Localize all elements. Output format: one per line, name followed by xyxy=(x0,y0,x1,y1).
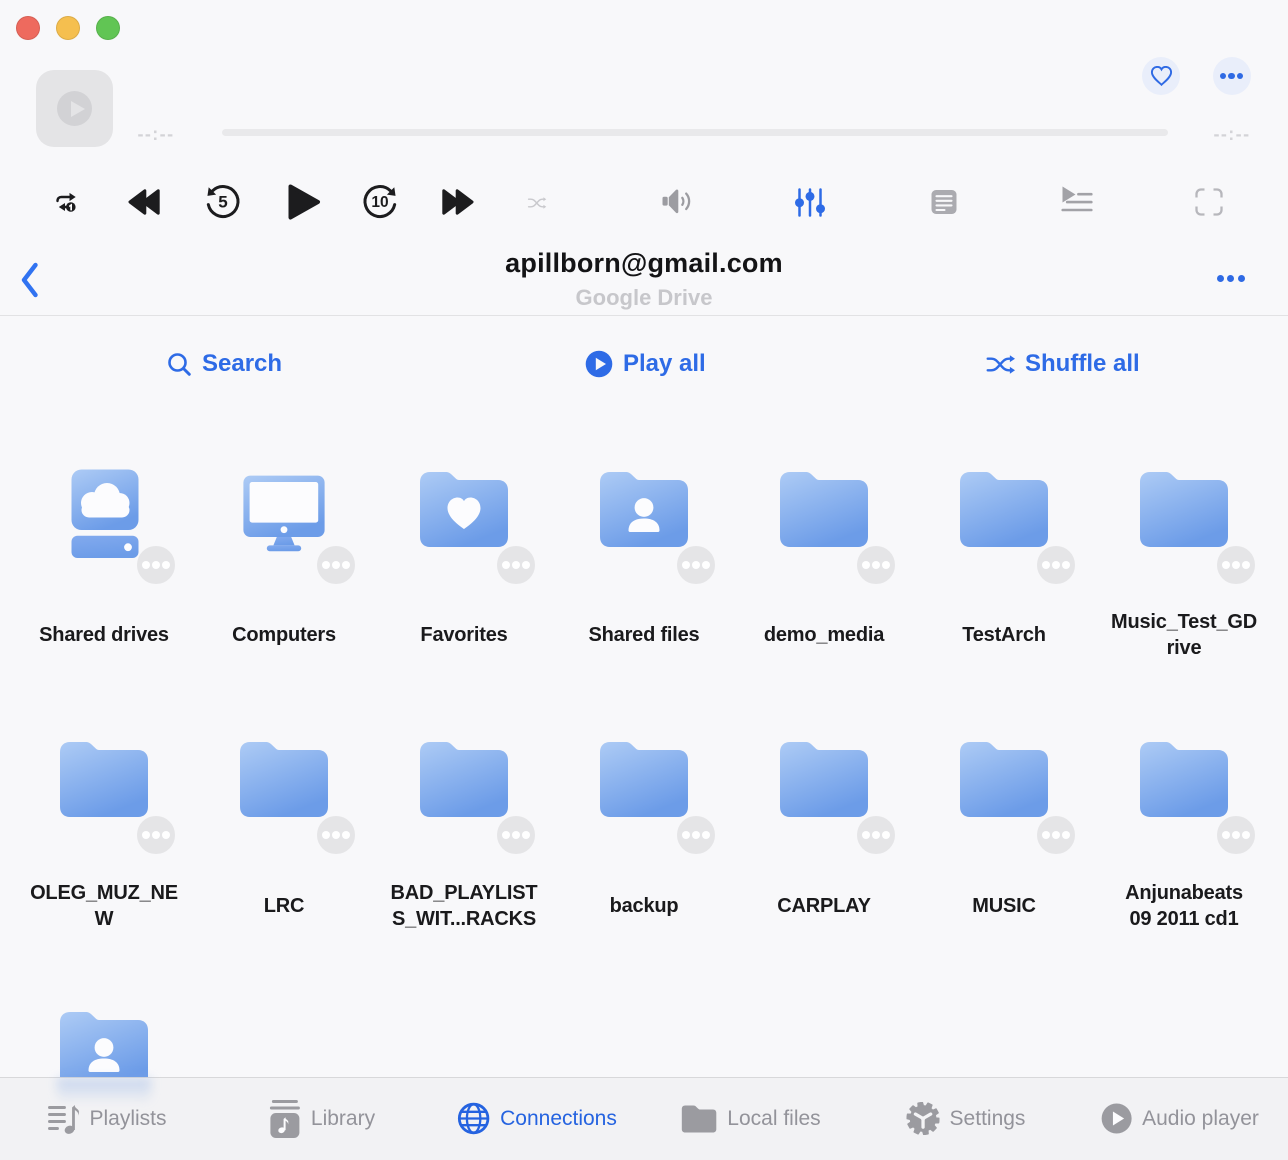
svg-text:10: 10 xyxy=(371,194,388,211)
svg-text:5: 5 xyxy=(218,192,227,211)
